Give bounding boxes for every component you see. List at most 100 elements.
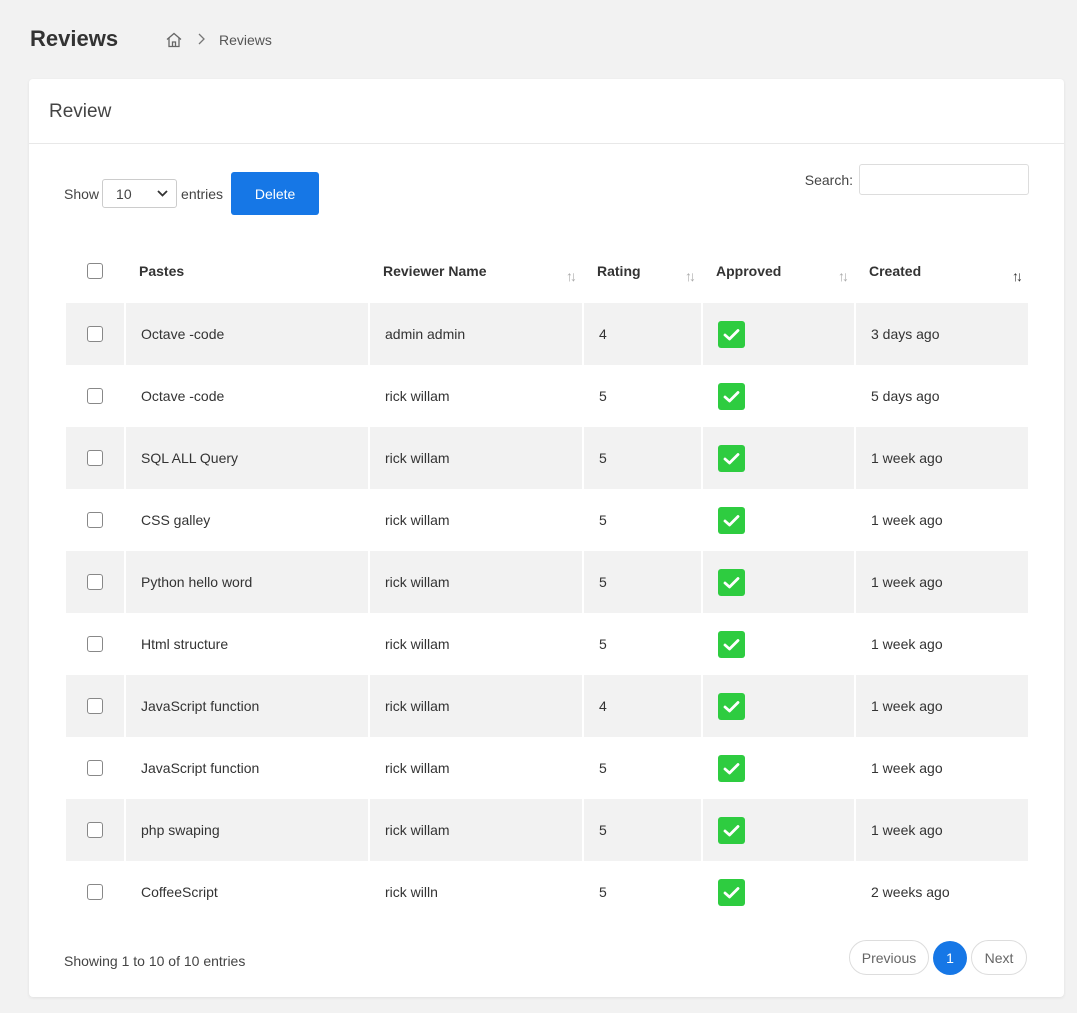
created-cell: 1 week ago [854, 427, 1028, 489]
checkmark-icon[interactable] [718, 816, 745, 844]
approved-cell [701, 551, 854, 613]
checkmark-icon[interactable] [718, 444, 745, 472]
breadcrumb: Reviews [165, 31, 272, 49]
checkmark-icon[interactable] [718, 878, 745, 906]
column-label: Rating [597, 263, 641, 279]
select-all-checkbox[interactable] [87, 263, 103, 279]
approved-cell [701, 613, 854, 675]
row-checkbox-cell [66, 799, 124, 861]
approved-cell [701, 303, 854, 365]
approved-cell [701, 365, 854, 427]
row-checkbox-cell [66, 365, 124, 427]
reviewer-cell: rick willam [368, 737, 582, 799]
table-row: Python hello word rick willam 5 1 week ago [66, 551, 1028, 613]
reviewer-cell: rick willam [368, 365, 582, 427]
column-header-created[interactable]: Created ↑↓ [854, 239, 1028, 303]
checkmark-icon[interactable] [718, 754, 745, 782]
reviewer-cell: rick willn [368, 861, 582, 923]
row-checkbox-cell [66, 613, 124, 675]
row-checkbox-cell [66, 861, 124, 923]
rating-cell: 5 [582, 489, 701, 551]
approved-cell [701, 427, 854, 489]
reviewer-cell: rick willam [368, 613, 582, 675]
row-checkbox[interactable] [87, 512, 103, 528]
previous-button[interactable]: Previous [849, 940, 929, 975]
created-cell: 1 week ago [854, 551, 1028, 613]
row-checkbox[interactable] [87, 884, 103, 900]
created-cell: 1 week ago [854, 613, 1028, 675]
row-checkbox[interactable] [87, 326, 103, 342]
rating-cell: 5 [582, 613, 701, 675]
reviewer-cell: rick willam [368, 489, 582, 551]
reviews-table: Pastes Reviewer Name ↑↓ Rating ↑↓ Approv… [66, 239, 1028, 923]
column-header-approved[interactable]: Approved ↑↓ [701, 239, 854, 303]
approved-cell [701, 737, 854, 799]
created-cell: 3 days ago [854, 303, 1028, 365]
checkmark-icon[interactable] [718, 630, 745, 658]
sort-icon: ↑↓ [685, 268, 696, 284]
chevron-right-icon [197, 32, 205, 48]
checkmark-icon[interactable] [718, 692, 745, 720]
search-input[interactable] [859, 164, 1029, 195]
created-cell: 1 week ago [854, 675, 1028, 737]
approved-cell [701, 675, 854, 737]
paste-cell: JavaScript function [124, 675, 368, 737]
row-checkbox-cell [66, 551, 124, 613]
checkmark-icon[interactable] [718, 506, 745, 534]
created-cell: 1 week ago [854, 489, 1028, 551]
row-checkbox[interactable] [87, 636, 103, 652]
checkmark-icon[interactable] [718, 568, 745, 596]
column-header-pastes[interactable]: Pastes [124, 239, 368, 303]
reviewer-cell: rick willam [368, 675, 582, 737]
header-checkbox-cell [66, 239, 124, 303]
table-row: Html structure rick willam 5 1 week ago [66, 613, 1028, 675]
created-cell: 1 week ago [854, 799, 1028, 861]
rating-cell: 5 [582, 737, 701, 799]
column-header-reviewer[interactable]: Reviewer Name ↑↓ [368, 239, 582, 303]
length-control: Show 10 entries Delete [64, 172, 320, 215]
paste-cell: Octave -code [124, 365, 368, 427]
table-row: Octave -code rick willam 5 5 days ago [66, 365, 1028, 427]
show-label: Show [64, 185, 100, 202]
table-row: CoffeeScript rick willn 5 2 weeks ago [66, 861, 1028, 923]
row-checkbox[interactable] [87, 388, 103, 404]
sort-desc-icon: ↑↓ [1012, 268, 1023, 284]
row-checkbox[interactable] [87, 450, 103, 466]
search-label: Search: [804, 171, 853, 188]
row-checkbox-cell [66, 303, 124, 365]
page-length-select[interactable]: 10 [102, 179, 178, 208]
paste-cell: CoffeeScript [124, 861, 368, 923]
page-title: Reviews [30, 26, 119, 51]
paste-cell: JavaScript function [124, 737, 368, 799]
reviewer-cell: rick willam [368, 799, 582, 861]
approved-cell [701, 489, 854, 551]
page-length-value: 10 [116, 185, 132, 202]
table-row: CSS galley rick willam 5 1 week ago [66, 489, 1028, 551]
row-checkbox[interactable] [87, 822, 103, 838]
sort-icon: ↑↓ [838, 268, 849, 284]
paste-cell: Html structure [124, 613, 368, 675]
page-button-1[interactable]: 1 [933, 940, 967, 975]
reviews-card: Review Show 10 entries Delete Search: Pa… [29, 79, 1064, 997]
row-checkbox-cell [66, 489, 124, 551]
sort-icon: ↑↓ [566, 268, 577, 284]
column-label: Reviewer Name [383, 263, 487, 279]
search-control: Search: [805, 164, 1029, 195]
paste-cell: CSS galley [124, 489, 368, 551]
rating-cell: 5 [582, 427, 701, 489]
row-checkbox-cell [66, 675, 124, 737]
card-title: Review [29, 79, 1064, 144]
checkmark-icon[interactable] [718, 382, 745, 410]
table-header: Pastes Reviewer Name ↑↓ Rating ↑↓ Approv… [66, 239, 1028, 303]
table-row: JavaScript function rick willam 5 1 week ag… [66, 737, 1028, 799]
delete-button[interactable]: Delete [231, 172, 320, 215]
table-row: JavaScript function rick willam 4 1 week ag… [66, 675, 1028, 737]
paste-cell: Octave -code [124, 303, 368, 365]
row-checkbox[interactable] [87, 760, 103, 776]
checkmark-icon[interactable] [718, 320, 745, 348]
row-checkbox[interactable] [87, 698, 103, 714]
home-icon[interactable] [165, 31, 183, 49]
next-button[interactable]: Next [971, 940, 1027, 975]
row-checkbox[interactable] [87, 574, 103, 590]
column-header-rating[interactable]: Rating ↑↓ [582, 239, 701, 303]
